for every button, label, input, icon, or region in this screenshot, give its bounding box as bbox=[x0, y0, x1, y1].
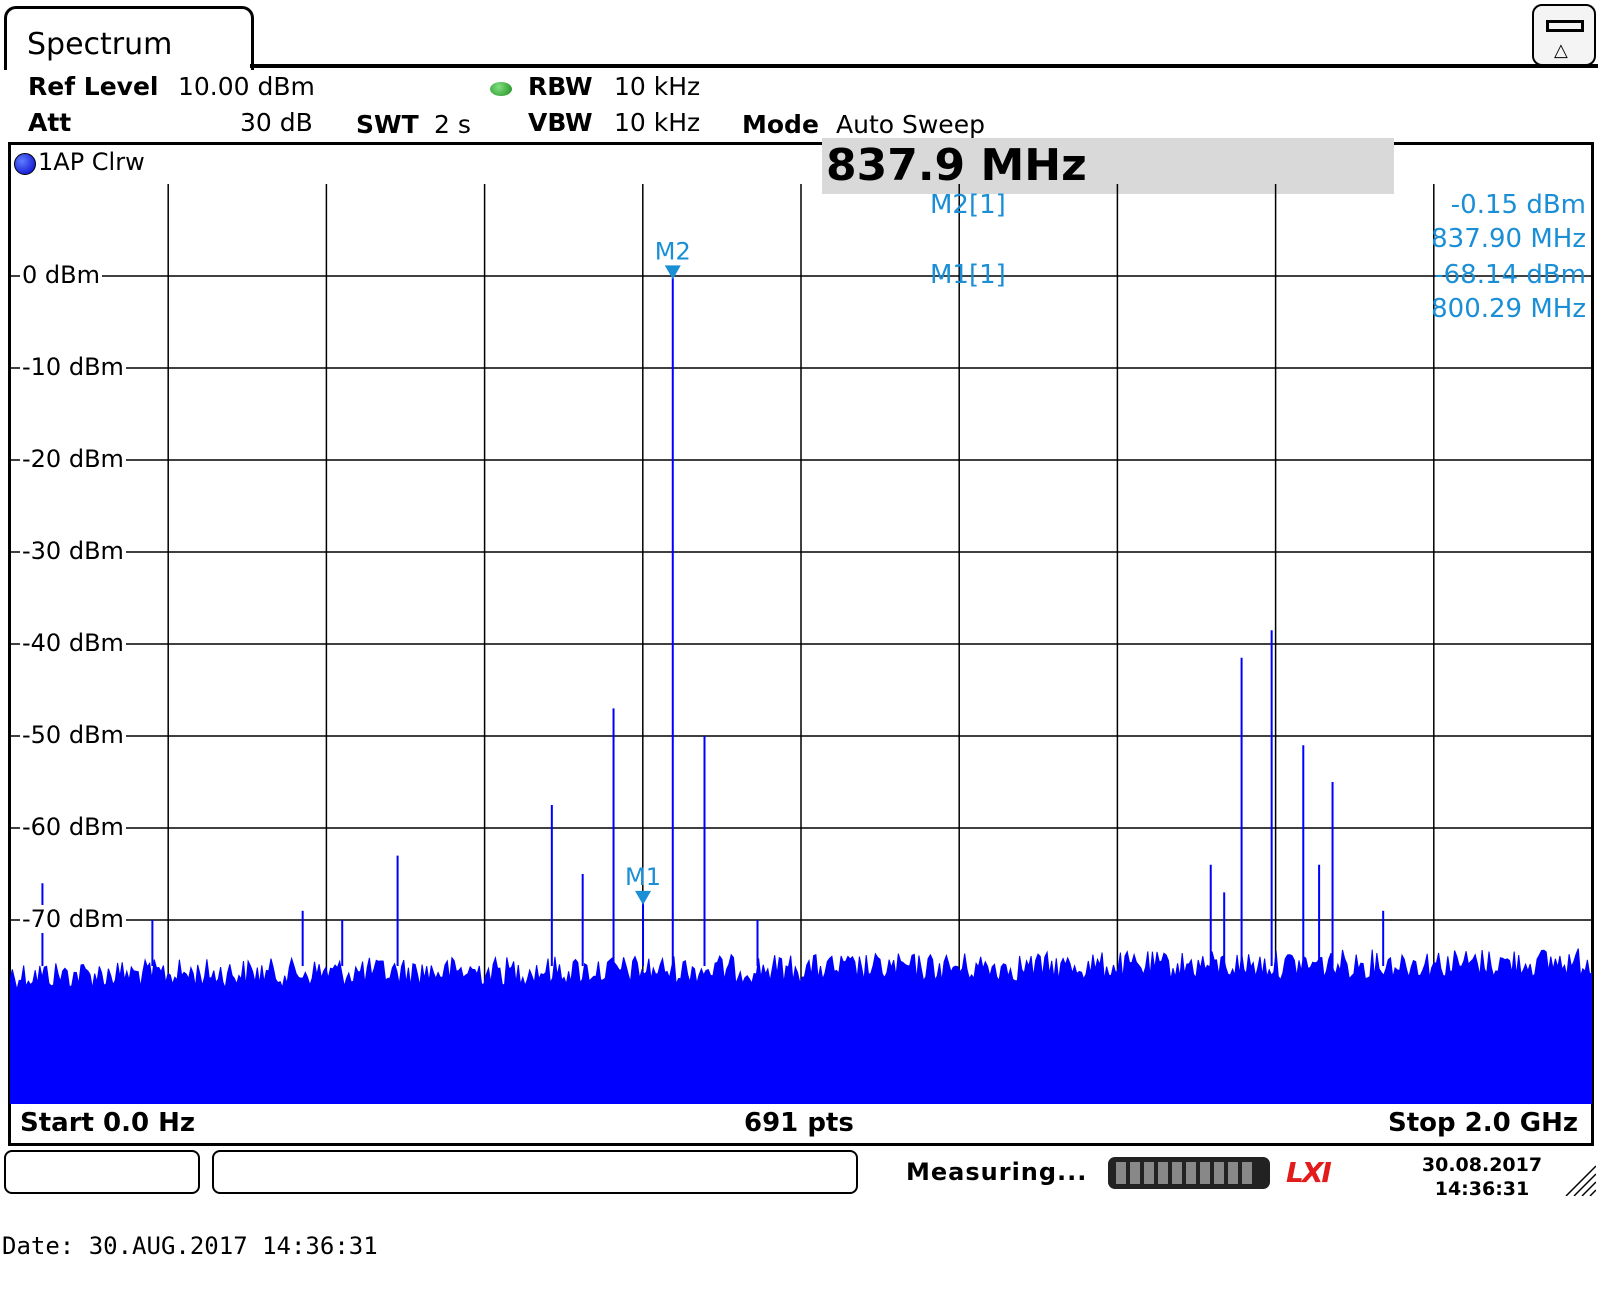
overview-button[interactable]: △ bbox=[1532, 4, 1596, 66]
trace-label[interactable]: 1AP Clrw bbox=[38, 148, 145, 176]
lxi-logo-icon: LXI bbox=[1286, 1156, 1332, 1189]
y-tick-label: -20 dBm bbox=[20, 445, 126, 473]
att-label: Att bbox=[28, 108, 72, 137]
y-tick-label: -50 dBm bbox=[20, 721, 126, 749]
mode-label: Mode bbox=[742, 110, 819, 139]
swt-label: SWT bbox=[356, 110, 419, 139]
resize-grip-icon bbox=[1565, 1165, 1596, 1196]
battery-icon bbox=[1546, 20, 1584, 32]
marker-m2-level: -0.15 dBm bbox=[1450, 190, 1586, 220]
y-tick-label: -10 dBm bbox=[20, 353, 126, 381]
mode-value[interactable]: Auto Sweep bbox=[836, 110, 985, 139]
tab-title: Spectrum bbox=[27, 27, 173, 62]
marker-m2-triangle bbox=[664, 265, 681, 280]
y-tick-label: -60 dBm bbox=[20, 813, 126, 841]
marker-m2-label[interactable]: M2[1] bbox=[930, 190, 1006, 220]
att-value[interactable]: 30 dB bbox=[240, 108, 313, 137]
vbw-label: VBW bbox=[528, 108, 593, 137]
rbw-value[interactable]: 10 kHz bbox=[614, 72, 700, 101]
spectrum-tab[interactable]: Spectrum bbox=[4, 6, 254, 70]
marker-m1-label[interactable]: M1[1] bbox=[930, 260, 1006, 290]
start-frequency[interactable]: Start 0.0 Hz bbox=[20, 1108, 195, 1138]
trace-indicator-icon bbox=[14, 153, 36, 175]
marker-m1-frequency: 800.29 MHz bbox=[1431, 294, 1586, 324]
header-divider bbox=[250, 64, 1598, 68]
triangle-icon: △ bbox=[1554, 40, 1568, 61]
sweep-progress-bar bbox=[1108, 1157, 1270, 1189]
status-led-icon bbox=[490, 82, 512, 96]
status-field-left[interactable] bbox=[4, 1150, 200, 1194]
rbw-label: RBW bbox=[528, 72, 593, 101]
status-text: Measuring... bbox=[906, 1158, 1088, 1186]
y-tick-label: -70 dBm bbox=[20, 905, 126, 933]
marker-m1-tag: M1 bbox=[625, 863, 661, 891]
y-tick-label: 0 dBm bbox=[20, 261, 102, 289]
sweep-points[interactable]: 691 pts bbox=[744, 1108, 854, 1138]
status-time: 14:36:31 bbox=[1434, 1178, 1530, 1200]
marker-m2-tag: M2 bbox=[655, 237, 691, 265]
status-date: 30.08.2017 bbox=[1421, 1154, 1543, 1176]
y-tick-label: -40 dBm bbox=[20, 629, 126, 657]
ref-level-label: Ref Level bbox=[28, 72, 159, 101]
y-tick-label: -30 dBm bbox=[20, 537, 126, 565]
capture-date: Date: 30.AUG.2017 14:36:31 bbox=[2, 1232, 378, 1260]
swt-value[interactable]: 2 s bbox=[434, 110, 471, 139]
marker-m1-triangle bbox=[635, 890, 652, 905]
stop-frequency[interactable]: Stop 2.0 GHz bbox=[1388, 1108, 1578, 1138]
ref-level-value[interactable]: 10.00 dBm bbox=[178, 72, 315, 101]
vbw-value[interactable]: 10 kHz bbox=[614, 108, 700, 137]
marker-m2-frequency: 837.90 MHz bbox=[1431, 224, 1586, 254]
marker-m1-level: -68.14 dBm bbox=[1434, 260, 1586, 290]
status-field-message[interactable] bbox=[212, 1150, 858, 1194]
